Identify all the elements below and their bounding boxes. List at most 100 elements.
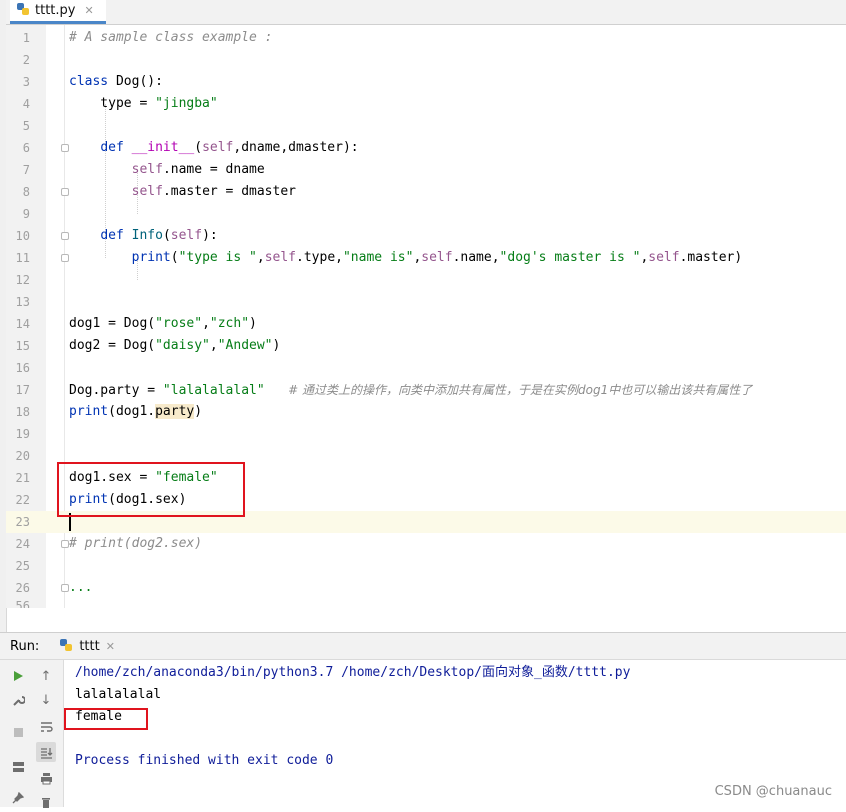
run-panel-header: Run: tttt ✕ (0, 632, 846, 660)
run-icon[interactable] (8, 666, 28, 686)
code-line: 2 (6, 49, 846, 71)
wrench-icon[interactable] (8, 690, 28, 710)
editor-tab-label: tttt.py (35, 3, 76, 18)
code-text: print("type is ",self.type,"name is",sel… (131, 250, 743, 265)
line-number: 6 (22, 141, 30, 155)
code-line: 1 # A sample class example : (6, 27, 846, 49)
fold-toggle-icon[interactable] (61, 144, 69, 152)
line-number: 56 (15, 599, 30, 608)
layout-icon[interactable] (8, 756, 28, 776)
editor-tab-tttt[interactable]: tttt.py ✕ (10, 0, 106, 24)
line-number: 25 (15, 559, 30, 573)
code-text: # print(dog2.sex) (69, 536, 203, 551)
code-line: 24 # print(dog2.sex) (6, 533, 846, 555)
line-number: 2 (22, 53, 30, 67)
annotation-box (64, 708, 148, 730)
code-line: 11 print("type is ",self.type,"name is",… (6, 247, 846, 269)
code-text: def __init__(self,dname,dmaster): (100, 140, 359, 155)
line-number: 7 (22, 163, 30, 177)
code-line: 7 self.name = dname (6, 159, 846, 181)
code-line: 26 ... (6, 577, 846, 599)
python-file-icon (59, 637, 73, 656)
code-line: 5 (6, 115, 846, 137)
line-number: 10 (15, 229, 30, 243)
line-number: 19 (15, 427, 30, 441)
code-text: self.master = dmaster (131, 184, 296, 199)
line-number: 17 (15, 383, 30, 397)
line-number: 22 (15, 493, 30, 507)
code-line: 6 def __init__(self,dname,dmaster): (6, 137, 846, 159)
console-command-line: /home/zch/anaconda3/bin/python3.7 /home/… (75, 665, 631, 680)
code-line: 4 type = "jingba" (6, 93, 846, 115)
code-line: 16 (6, 357, 846, 379)
code-text: dog2 = Dog("daisy","Andew") (69, 338, 281, 353)
code-line: 56 (6, 599, 846, 608)
code-text: # A sample class example : (69, 30, 273, 45)
line-number: 1 (22, 31, 30, 45)
code-line: 15 dog2 = Dog("daisy","Andew") (6, 335, 846, 357)
line-number: 16 (15, 361, 30, 375)
code-text: class Dog(): (69, 74, 163, 89)
run-tab-label: tttt (79, 638, 100, 654)
line-number: 8 (22, 185, 30, 199)
down-arrow-icon[interactable]: ↓ (36, 690, 56, 710)
code-line: 17 Dog.party = "lalalalalal" # 通过类上的操作，向… (6, 379, 846, 401)
stop-icon[interactable] (8, 722, 28, 742)
code-text: print(dog1.party) (69, 404, 203, 419)
code-text: self.name = dname (131, 162, 265, 177)
pin-icon[interactable] (8, 788, 28, 808)
scroll-to-end-icon[interactable] (36, 742, 56, 762)
line-number: 24 (15, 537, 30, 551)
editor-tab-bar: tttt.py ✕ (6, 0, 846, 25)
code-editor[interactable]: 1 # A sample class example : 2 3 class D… (6, 25, 846, 608)
fold-toggle-icon[interactable] (61, 232, 69, 240)
fold-toggle-icon[interactable] (61, 584, 69, 592)
code-text: type = "jingba" (69, 96, 218, 111)
folded-code-placeholder[interactable]: ... (69, 577, 92, 599)
code-line: 13 (6, 291, 846, 313)
close-icon[interactable]: ✕ (84, 4, 93, 17)
line-number: 12 (15, 273, 30, 287)
code-text: dog1 = Dog("rose","zch") (69, 316, 257, 331)
code-line: 9 (6, 203, 846, 225)
line-number: 3 (22, 75, 30, 89)
line-number: 26 (15, 581, 30, 595)
up-arrow-icon[interactable]: ↑ (36, 666, 56, 686)
console-exit-line: Process finished with exit code 0 (75, 753, 334, 768)
close-icon[interactable]: ✕ (106, 640, 115, 653)
line-number: 14 (15, 317, 30, 331)
soft-wrap-icon[interactable] (36, 716, 56, 736)
fold-toggle-icon[interactable] (61, 188, 69, 196)
line-number: 21 (15, 471, 30, 485)
line-number: 4 (22, 97, 30, 111)
watermark: CSDN @chuanauc (714, 784, 832, 799)
line-number: 15 (15, 339, 30, 353)
code-text: Dog.party = "lalalalalal" # 通过类上的操作，向类中添… (69, 383, 753, 398)
line-number: 23 (15, 515, 30, 529)
run-toolbar: ↑ ↓ (0, 660, 64, 808)
console-output-line: lalalalalal (75, 687, 162, 702)
line-number: 5 (22, 119, 30, 133)
run-label: Run: (10, 638, 40, 654)
line-number: 18 (15, 405, 30, 419)
fold-toggle-icon[interactable] (61, 254, 69, 262)
code-text: def Info(self): (100, 228, 218, 243)
code-line: 25 (6, 555, 846, 577)
code-line: 8 self.master = dmaster (6, 181, 846, 203)
code-line: 14 dog1 = Dog("rose","zch") (6, 313, 846, 335)
run-tab-tttt[interactable]: tttt ✕ (55, 632, 119, 660)
line-number: 20 (15, 449, 30, 463)
line-number: 11 (15, 251, 30, 265)
fold-toggle-icon[interactable] (61, 540, 69, 548)
code-line: 19 (6, 423, 846, 445)
line-number: 13 (15, 295, 30, 309)
code-line: 18 print(dog1.party) (6, 401, 846, 423)
annotation-box (57, 462, 245, 517)
code-line: 3 class Dog(): (6, 71, 846, 93)
line-number: 9 (22, 207, 30, 221)
code-line: 12 (6, 269, 846, 291)
print-icon[interactable] (36, 768, 56, 788)
code-line: 10 def Info(self): (6, 225, 846, 247)
trash-icon[interactable] (36, 792, 56, 812)
python-file-icon (16, 1, 30, 20)
